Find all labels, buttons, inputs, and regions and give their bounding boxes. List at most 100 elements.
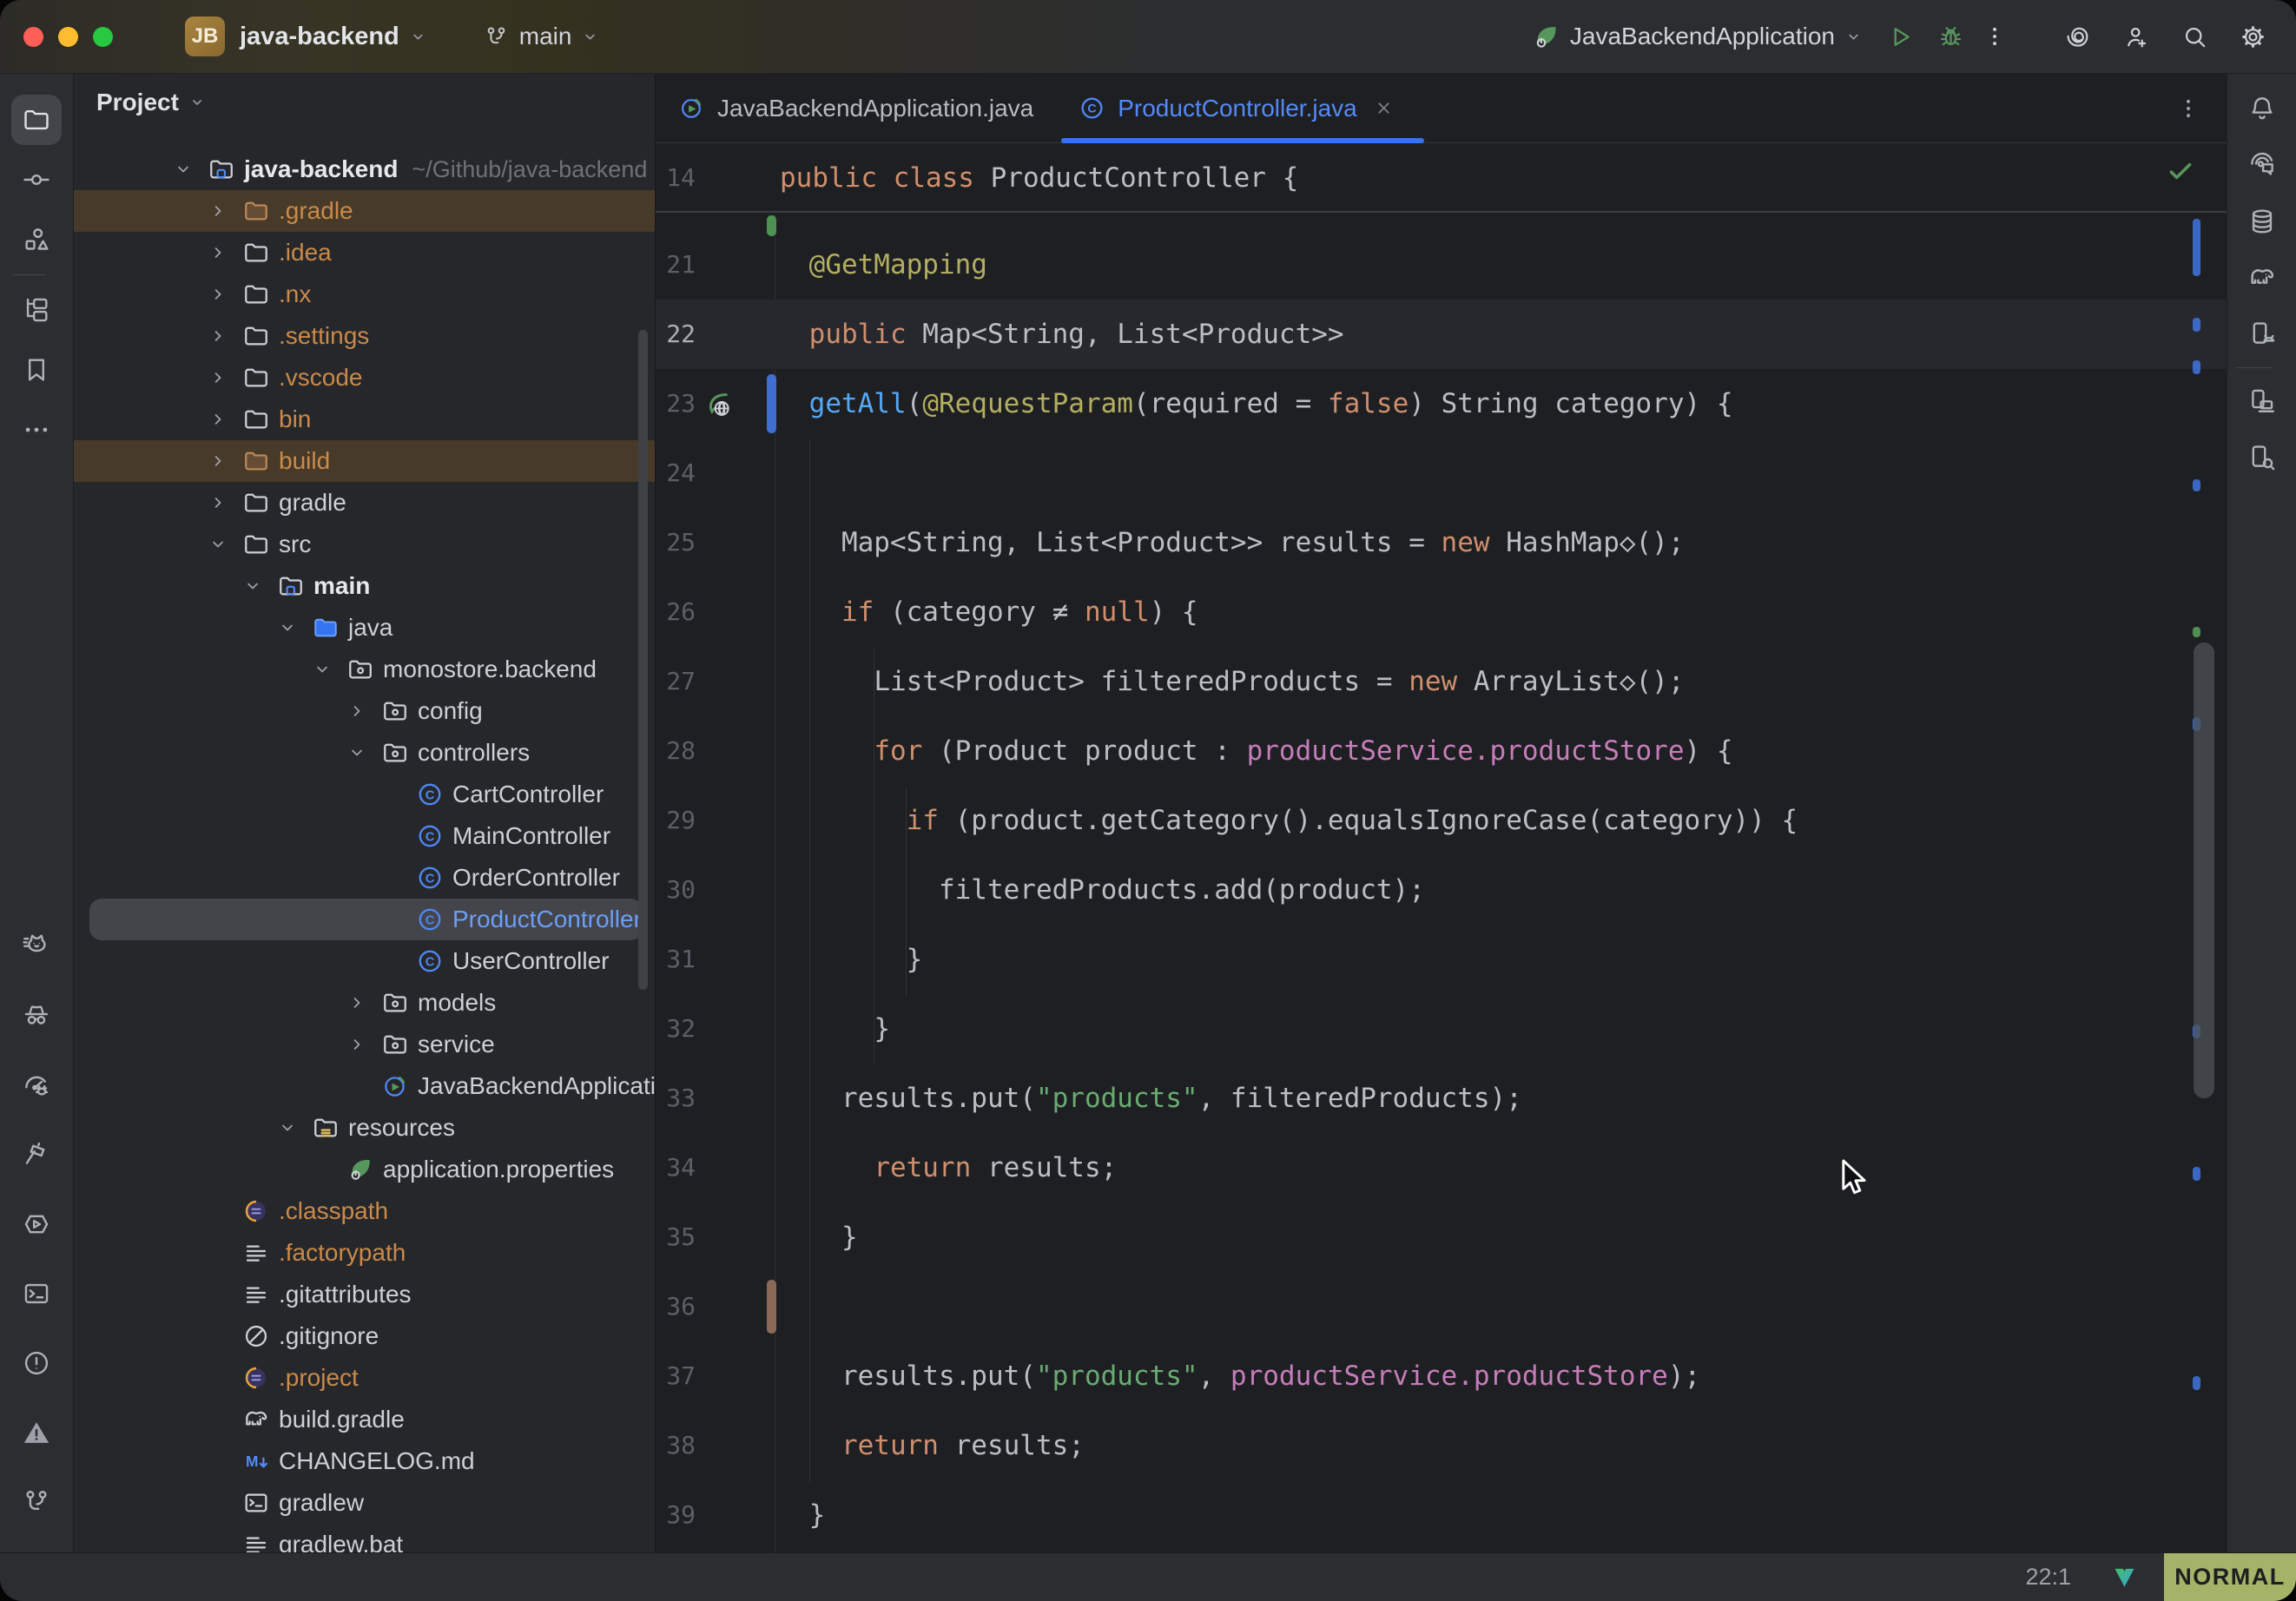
tool-stripe-version-control[interactable] xyxy=(11,1477,62,1527)
run-button[interactable] xyxy=(1887,23,1914,50)
tree-item-UserController[interactable]: CUserController xyxy=(74,940,655,982)
tree-item-ProductController[interactable]: CProductController xyxy=(89,899,643,940)
line-number[interactable]: 39 xyxy=(656,1480,696,1550)
settings-button[interactable] xyxy=(2240,23,2266,50)
tree-closed-chevron-icon[interactable] xyxy=(338,990,376,1016)
tree-item-build[interactable]: build xyxy=(74,440,655,482)
tool-stripe-problems[interactable] xyxy=(11,1338,62,1388)
tree-item-java[interactable]: java xyxy=(74,607,655,649)
branch-switcher[interactable]: main xyxy=(484,23,601,50)
tree-open-chevron-icon[interactable] xyxy=(303,656,341,682)
tree-item-src[interactable]: src xyxy=(74,524,655,565)
run-configuration-selector[interactable]: JavaBackendApplication xyxy=(1532,23,1864,51)
line-number[interactable]: 34 xyxy=(656,1133,696,1202)
tree-item-CartController[interactable]: CCartController xyxy=(74,774,655,815)
tool-stripe-hierarchy[interactable] xyxy=(11,285,62,335)
tree-item-.factorypath[interactable]: .factorypath xyxy=(74,1232,655,1274)
tree-closed-chevron-icon[interactable] xyxy=(338,698,376,724)
line-number[interactable]: 26 xyxy=(656,577,696,647)
tree-closed-chevron-icon[interactable] xyxy=(199,198,237,224)
tree-item-gradle[interactable]: gradle xyxy=(74,482,655,524)
editor-scrollbar[interactable] xyxy=(2194,642,2214,1098)
code-line-35[interactable]: 35 } xyxy=(656,1202,2227,1272)
line-number[interactable]: 38 xyxy=(656,1411,696,1480)
line-number[interactable]: 22 xyxy=(656,300,696,369)
tree-item-models[interactable]: models xyxy=(74,982,655,1024)
tool-stripe-incognito[interactable] xyxy=(11,991,62,1041)
tree-closed-chevron-icon[interactable] xyxy=(199,281,237,307)
tool-stripe-running-devices[interactable] xyxy=(2237,309,2287,359)
chevron-down-icon[interactable] xyxy=(408,27,428,47)
tree-item-controllers[interactable]: controllers xyxy=(74,732,655,774)
tool-stripe-device-manager[interactable] xyxy=(2237,376,2287,426)
vim-mode-badge[interactable]: NORMAL xyxy=(2164,1553,2296,1601)
line-number[interactable]: 28 xyxy=(656,716,696,786)
tree-item-build.gradle[interactable]: build.gradle xyxy=(74,1399,655,1440)
code-line-27[interactable]: 27 List<Product> filteredProducts = new … xyxy=(656,647,2227,716)
sticky-header-line[interactable]: 14public class ProductController { xyxy=(656,143,2227,213)
tree-closed-chevron-icon[interactable] xyxy=(199,490,237,516)
debug-button[interactable] xyxy=(1937,23,1964,50)
project-switcher[interactable]: java-backend xyxy=(240,23,399,51)
tool-stripe-speed-cat[interactable] xyxy=(11,921,62,972)
tool-stripe-structure[interactable] xyxy=(11,214,62,265)
tree-item-OrderController[interactable]: COrderController xyxy=(74,857,655,899)
tree-item-.gitignore[interactable]: .gitignore xyxy=(74,1315,655,1357)
line-number[interactable]: 31 xyxy=(656,925,696,994)
line-number[interactable]: 32 xyxy=(656,994,696,1064)
code-line-26[interactable]: 26 if (category ≠ null) { xyxy=(656,577,2227,647)
close-window-button[interactable] xyxy=(23,27,43,47)
tree-item-application.properties[interactable]: application.properties xyxy=(74,1149,655,1190)
line-number[interactable]: 33 xyxy=(656,1064,696,1133)
tree-item-.settings[interactable]: .settings xyxy=(74,315,655,357)
tree-closed-chevron-icon[interactable] xyxy=(199,240,237,266)
tree-open-chevron-icon[interactable] xyxy=(164,156,202,182)
tree-item-.gradle[interactable]: .gradle xyxy=(74,190,655,232)
tree-closed-chevron-icon[interactable] xyxy=(338,1031,376,1057)
tree-open-chevron-icon[interactable] xyxy=(338,740,376,766)
more-actions-button[interactable] xyxy=(1983,24,2007,49)
tree-item-gradlew[interactable]: gradlew xyxy=(74,1482,655,1524)
tab-options-button[interactable] xyxy=(2176,96,2200,121)
tool-stripe-project[interactable] xyxy=(11,95,62,145)
code-line-30[interactable]: 30 filteredProducts.add(product); xyxy=(656,855,2227,925)
tree-item-.idea[interactable]: .idea xyxy=(74,232,655,273)
tree-item-main[interactable]: main xyxy=(74,565,655,607)
tree-open-chevron-icon[interactable] xyxy=(268,615,307,641)
code-line-34[interactable]: 34 return results; xyxy=(656,1133,2227,1202)
tree-item-bin[interactable]: bin xyxy=(74,399,655,440)
tree-item-.classpath[interactable]: .classpath xyxy=(74,1190,655,1232)
tree-item-.project[interactable]: .project xyxy=(74,1357,655,1399)
tree-closed-chevron-icon[interactable] xyxy=(199,365,237,391)
code-editor[interactable]: 14public class ProductController { 21 @G… xyxy=(656,143,2227,1552)
tab-productcontroller[interactable]: C ProductController.java xyxy=(1056,74,1428,142)
vim-plugin-icon[interactable] xyxy=(2111,1564,2138,1591)
tree-item-monostore.backend[interactable]: monostore.backend xyxy=(74,649,655,690)
line-number[interactable]: 14 xyxy=(656,143,696,213)
line-number[interactable]: 27 xyxy=(656,647,696,716)
code-line-29[interactable]: 29 if (product.getCategory().equalsIgnor… xyxy=(656,786,2227,855)
cursor-position[interactable]: 22:1 xyxy=(2025,1564,2071,1591)
tool-stripe-warnings[interactable] xyxy=(11,1407,62,1458)
code-line-39[interactable]: 39 } xyxy=(656,1480,2227,1550)
rest-endpoint-gutter-icon[interactable] xyxy=(703,388,736,421)
line-number[interactable]: 24 xyxy=(656,438,696,508)
tool-stripe-build[interactable] xyxy=(11,1130,62,1180)
line-number[interactable]: 21 xyxy=(656,230,696,300)
tree-item-java-backend[interactable]: java-backend~/Github/java-backend xyxy=(74,148,655,190)
tool-stripe-notifications[interactable] xyxy=(2237,83,2287,134)
tree-open-chevron-icon[interactable] xyxy=(199,531,237,557)
tool-stripe-device-explorer[interactable] xyxy=(2237,432,2287,483)
code-line-32[interactable]: 32 } xyxy=(656,994,2227,1064)
code-line-36[interactable]: 36 xyxy=(656,1272,2227,1341)
code-line-21[interactable]: 21 @GetMapping xyxy=(656,230,2227,300)
code-with-me-button[interactable] xyxy=(2123,23,2150,50)
tree-closed-chevron-icon[interactable] xyxy=(199,406,237,432)
search-everywhere-button[interactable] xyxy=(2181,23,2208,50)
ai-assistant-button[interactable] xyxy=(2065,23,2092,50)
tab-javabackendapplication[interactable]: JavaBackendApplication.java xyxy=(656,74,1056,142)
tool-stripe-commit[interactable] xyxy=(11,155,62,205)
line-number[interactable]: 23 xyxy=(656,369,696,438)
tree-closed-chevron-icon[interactable] xyxy=(199,323,237,349)
line-number[interactable]: 30 xyxy=(656,855,696,925)
